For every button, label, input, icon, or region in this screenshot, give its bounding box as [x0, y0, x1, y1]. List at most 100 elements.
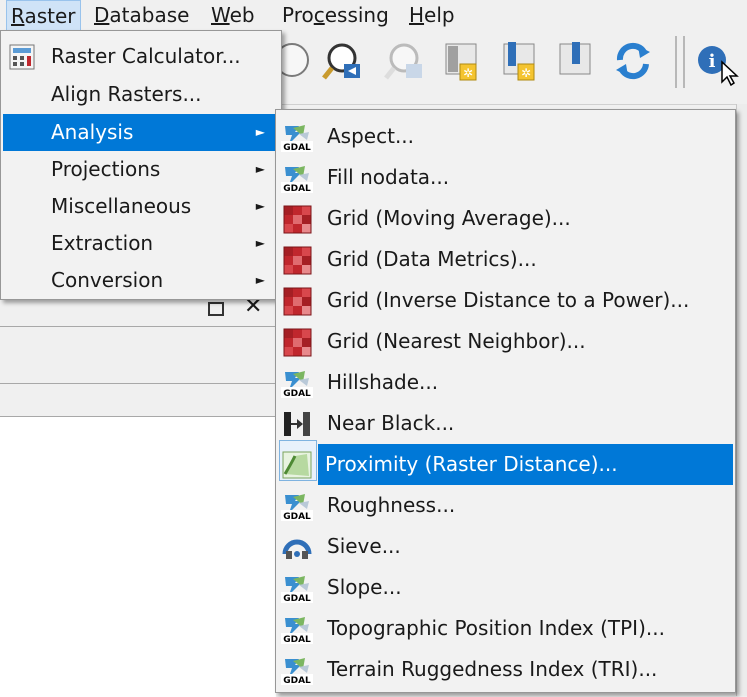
- menu-help[interactable]: Help: [405, 0, 459, 30]
- grid-icon: [281, 204, 312, 234]
- gdal-icon: GDAL: [281, 491, 313, 522]
- grid-icon: [281, 245, 312, 275]
- refresh-icon[interactable]: [612, 38, 654, 86]
- raster-menu: Raster Calculator... Align Rasters... An…: [0, 30, 282, 300]
- menu-web[interactable]: Web: [207, 0, 259, 30]
- menu-web-mnemonic: W: [211, 3, 230, 27]
- tpi-item[interactable]: GDAL Topographic Position Index (TPI)...: [278, 608, 733, 649]
- roughness-label: Roughness...: [327, 493, 456, 517]
- gdal-icon: GDAL: [281, 614, 313, 645]
- raster-calculator-icon: [7, 43, 37, 71]
- aspect-label: Aspect...: [327, 124, 415, 148]
- grid-inverse-distance-item[interactable]: Grid (Inverse Distance to a Power)...: [278, 280, 733, 321]
- menu-raster-label: aster: [24, 4, 76, 28]
- grid-data-metrics-item[interactable]: Grid (Data Metrics)...: [278, 239, 733, 280]
- slope-item[interactable]: GDAL Slope...: [278, 567, 733, 608]
- zoom-next-icon[interactable]: [384, 38, 426, 86]
- align-rasters-item[interactable]: Align Rasters...: [3, 76, 279, 113]
- svg-text:✲: ✲: [463, 66, 473, 80]
- proximity-item[interactable]: Proximity (Raster Distance)...: [282, 444, 733, 485]
- layers-panel-area: [0, 416, 276, 697]
- fill-nodata-item[interactable]: GDAL Fill nodata...: [278, 157, 733, 198]
- sieve-label: Sieve...: [327, 534, 401, 558]
- miscellaneous-label: Miscellaneous: [51, 194, 192, 218]
- tri-item[interactable]: GDAL Terrain Ruggedness Index (TRI)...: [278, 649, 733, 690]
- menu-web-label: eb: [229, 3, 255, 27]
- menu-processing-prefix: Pro: [282, 3, 314, 27]
- submenu-arrow-icon: ►: [255, 199, 265, 213]
- gdal-icon: GDAL: [281, 573, 313, 604]
- miscellaneous-item[interactable]: Miscellaneous ►: [3, 188, 279, 225]
- grid-moving-average-label: Grid (Moving Average)...: [327, 206, 571, 230]
- sieve-item[interactable]: Sieve...: [278, 526, 733, 567]
- grid-inverse-distance-label: Grid (Inverse Distance to a Power)...: [327, 288, 690, 312]
- svg-text:GDAL: GDAL: [283, 594, 311, 603]
- align-rasters-label: Align Rasters...: [51, 82, 202, 106]
- menu-help-mnemonic: H: [409, 3, 425, 27]
- menu-database-mnemonic: D: [94, 3, 110, 27]
- near-black-label: Near Black...: [327, 411, 455, 435]
- svg-text:✲: ✲: [521, 66, 531, 80]
- svg-text:GDAL: GDAL: [283, 184, 311, 193]
- menu-processing[interactable]: Processing: [278, 0, 393, 30]
- gdal-icon: GDAL: [281, 122, 313, 153]
- menu-raster[interactable]: Raster: [6, 0, 81, 30]
- gdal-icon: GDAL: [281, 655, 313, 686]
- slope-label: Slope...: [327, 575, 402, 599]
- raster-calculator-label: Raster Calculator...: [51, 44, 241, 68]
- right-dock-edge: [736, 104, 747, 696]
- tpi-label: Topographic Position Index (TPI)...: [327, 616, 665, 640]
- grid-moving-average-item[interactable]: Grid (Moving Average)...: [278, 198, 733, 239]
- menu-database[interactable]: Database: [90, 0, 193, 30]
- svg-text:GDAL: GDAL: [283, 143, 311, 152]
- analysis-label: Analysis: [51, 120, 134, 144]
- grid-nearest-neighbor-label: Grid (Nearest Neighbor)...: [327, 329, 586, 353]
- extraction-label: Extraction: [51, 231, 154, 255]
- svg-text:GDAL: GDAL: [283, 512, 311, 521]
- raster-calculator-item[interactable]: Raster Calculator...: [3, 38, 279, 75]
- conversion-item[interactable]: Conversion ►: [3, 262, 279, 299]
- select-circle-icon[interactable]: [275, 38, 318, 86]
- menu-processing-mnemonic: c: [313, 3, 325, 27]
- sieve-icon: [281, 532, 312, 560]
- near-black-item[interactable]: Near Black...: [278, 403, 733, 444]
- svg-text:GDAL: GDAL: [283, 676, 311, 685]
- menubar: Raster Database Web Processing Help: [0, 0, 747, 31]
- show-bookmarks-icon[interactable]: ✲: [500, 38, 542, 86]
- near-black-icon: [281, 409, 311, 437]
- projections-item[interactable]: Projections ►: [3, 151, 279, 188]
- tri-label: Terrain Ruggedness Index (TRI)...: [327, 657, 658, 681]
- proximity-icon: [281, 450, 312, 479]
- grid-nearest-neighbor-item[interactable]: Grid (Nearest Neighbor)...: [278, 321, 733, 362]
- svg-text:GDAL: GDAL: [283, 635, 311, 644]
- menu-database-label: atabase: [109, 3, 190, 27]
- analysis-item[interactable]: Analysis ►: [3, 114, 279, 151]
- svg-text:i: i: [709, 51, 716, 72]
- gdal-icon: GDAL: [281, 163, 313, 194]
- proximity-label: Proximity (Raster Distance)...: [325, 452, 618, 476]
- toolbar-separator: [675, 36, 685, 88]
- grid-data-metrics-label: Grid (Data Metrics)...: [327, 247, 537, 271]
- grid-icon: [281, 327, 312, 357]
- menu-help-label: elp: [424, 3, 455, 27]
- submenu-arrow-icon: ►: [255, 125, 265, 139]
- svg-text:GDAL: GDAL: [283, 389, 311, 398]
- dock-panel: [0, 326, 276, 384]
- conversion-label: Conversion: [51, 268, 164, 292]
- menu-processing-label: essing: [324, 3, 389, 27]
- menu-raster-mnemonic: R: [11, 4, 25, 28]
- hillshade-label: Hillshade...: [327, 370, 439, 394]
- fill-nodata-label: Fill nodata...: [327, 165, 450, 189]
- submenu-arrow-icon: ►: [255, 273, 265, 287]
- zoom-last-icon[interactable]: [322, 38, 364, 86]
- extraction-item[interactable]: Extraction ►: [3, 225, 279, 262]
- float-dock-icon[interactable]: [208, 302, 224, 316]
- submenu-arrow-icon: ►: [255, 236, 265, 250]
- bookmarks-icon[interactable]: [556, 38, 598, 86]
- aspect-item[interactable]: GDAL Aspect...: [278, 116, 733, 157]
- identify-icon[interactable]: i: [696, 38, 739, 87]
- hillshade-item[interactable]: GDAL Hillshade...: [278, 362, 733, 403]
- roughness-item[interactable]: GDAL Roughness...: [278, 485, 733, 526]
- projections-label: Projections: [51, 157, 161, 181]
- new-bookmark-icon[interactable]: ✲: [442, 38, 484, 86]
